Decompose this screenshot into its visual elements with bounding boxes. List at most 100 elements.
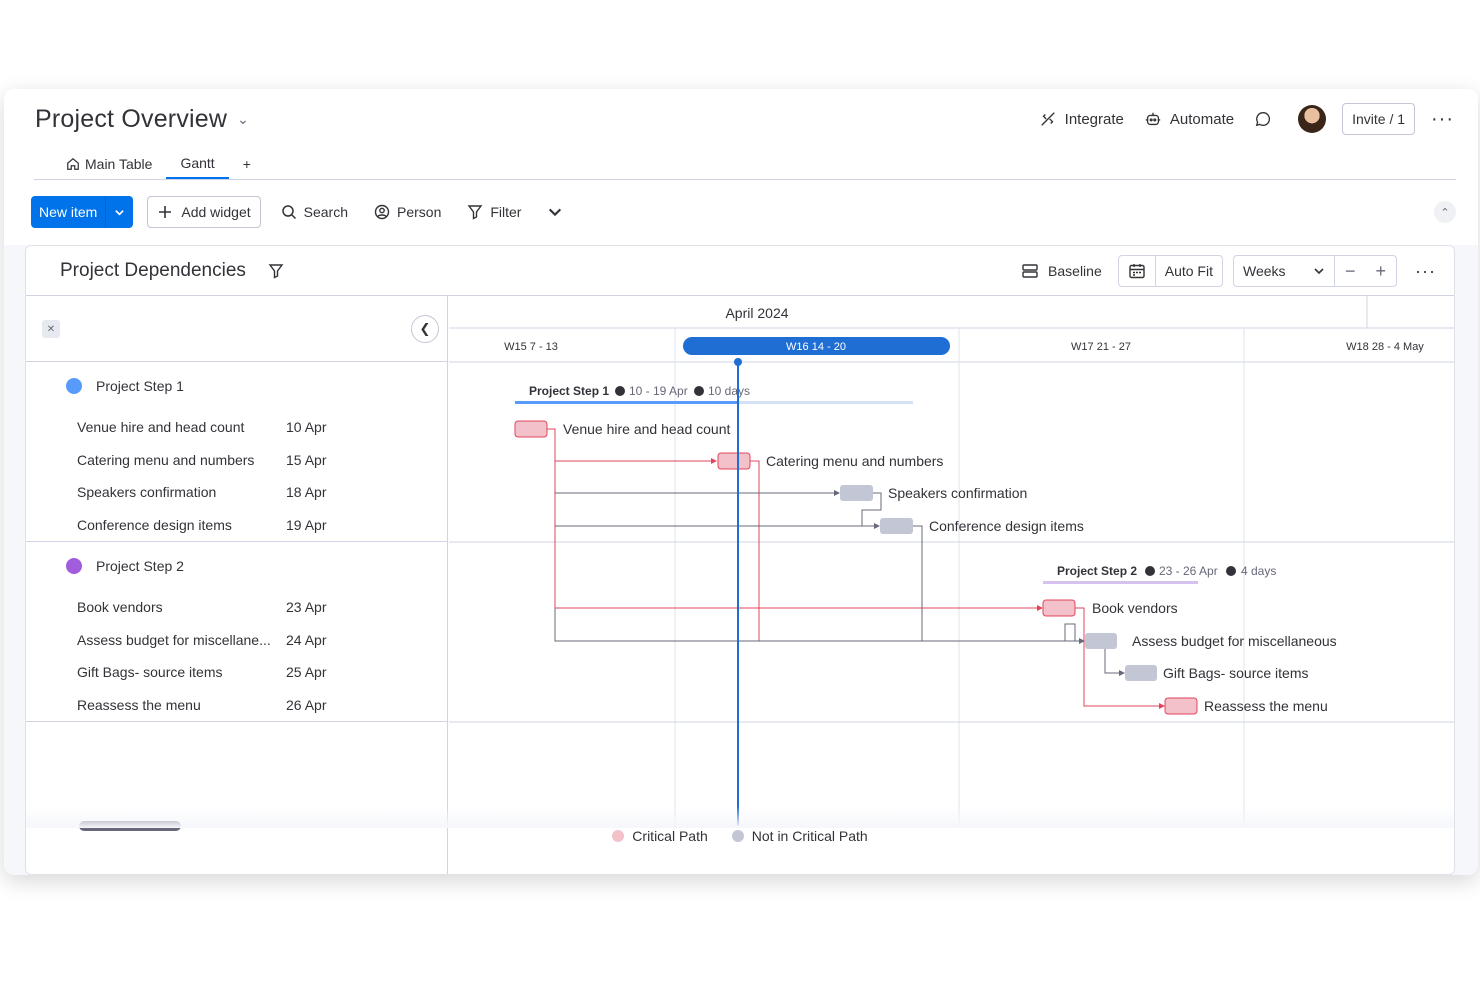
task-bar-critical[interactable] (1042, 599, 1076, 617)
board-toolbar: New item Add widget Search Person Filter (31, 196, 569, 228)
list-item[interactable]: Speakers confirmation 18 Apr (77, 476, 447, 508)
summary-duration: 4 days (1241, 564, 1276, 578)
app-window: Project Overview ⌄ Integrate Automate In… (4, 89, 1478, 875)
item-date: 18 Apr (286, 484, 327, 500)
updates-button[interactable] (1244, 104, 1282, 134)
new-item-dropdown[interactable] (105, 196, 133, 228)
summary-range: 23 - 26 Apr (1159, 564, 1218, 578)
zoom-in-icon[interactable]: + (1366, 261, 1397, 282)
more-options-icon[interactable]: ··· (1431, 108, 1454, 131)
arrowhead (1119, 670, 1125, 676)
separator-dot (1226, 566, 1236, 576)
zoom-controls: − + (1335, 255, 1396, 287)
integrate-button[interactable]: Integrate (1029, 104, 1134, 134)
tabs-divider (34, 179, 1456, 180)
group-header[interactable]: Project Step 2 (66, 558, 184, 574)
item-name: Assess budget for miscellane... (77, 632, 271, 648)
new-item-label[interactable]: New item (31, 196, 105, 228)
top-actions: Integrate Automate Invite / 1 ··· (1029, 103, 1454, 135)
item-date: 15 Apr (286, 452, 327, 468)
separator-dot (694, 386, 704, 396)
item-name: Reassess the menu (77, 697, 201, 713)
group-header[interactable]: Project Step 1 (66, 378, 184, 394)
chevron-down-icon[interactable]: ⌄ (237, 111, 249, 128)
board-title-row[interactable]: Project Overview ⌄ (35, 105, 249, 134)
task-label: Gift Bags- source items (1163, 665, 1309, 681)
baseline-label: Baseline (1048, 263, 1102, 279)
person-filter-button[interactable]: Person (368, 196, 447, 228)
group-color-dot (66, 558, 82, 574)
list-item[interactable]: Catering menu and numbers 15 Apr (77, 444, 447, 476)
page-title[interactable]: Project Overview (35, 105, 227, 134)
task-label: Book vendors (1092, 600, 1178, 616)
filter-icon[interactable] (268, 263, 284, 279)
collapse-all-icon[interactable]: ✕ (42, 320, 60, 338)
add-view-label: + (242, 156, 251, 172)
legend-swatch (731, 830, 744, 842)
scale-group: Weeks − + (1232, 255, 1398, 287)
list-item[interactable]: Gift Bags- source items 25 Apr (77, 656, 447, 688)
week-label-current: W16 14 - 20 (786, 341, 846, 353)
auto-fit-button[interactable]: Auto Fit (1156, 256, 1222, 286)
home-icon (67, 157, 79, 170)
chevron-down-icon (549, 208, 562, 217)
group-color-dot (66, 378, 82, 394)
add-view-button[interactable]: + (229, 149, 265, 179)
task-bar[interactable] (1125, 665, 1157, 681)
item-name: Catering menu and numbers (77, 452, 255, 468)
arrowhead (834, 490, 840, 496)
collapse-header-icon[interactable]: ⌃ (1434, 201, 1456, 223)
item-name: Book vendors (77, 599, 163, 615)
new-item-button[interactable]: New item (31, 196, 134, 228)
summary-progress-bar (515, 401, 737, 404)
summary-remaining-bar (737, 401, 913, 404)
task-label: Assess budget for miscellaneous (1132, 633, 1337, 649)
gantt-widget: Project Dependencies Baseline Auto Fit W… (25, 245, 1455, 875)
invite-button[interactable]: Invite / 1 (1342, 103, 1416, 135)
summary-title: Project Step 1 (529, 384, 609, 398)
widget-title[interactable]: Project Dependencies (60, 260, 246, 282)
automate-button[interactable]: Automate (1134, 104, 1244, 134)
list-item[interactable]: Conference design items 19 Apr (77, 509, 447, 541)
summary-bar (1043, 581, 1198, 584)
filter-dropdown[interactable] (541, 196, 569, 228)
list-item[interactable]: Venue hire and head count 10 Apr (77, 411, 447, 443)
item-name: Gift Bags- source items (77, 664, 223, 680)
dependency-link (554, 461, 1039, 609)
integrate-icon (1040, 112, 1055, 126)
item-date: 10 Apr (286, 419, 327, 435)
calendar-button[interactable] (1119, 256, 1155, 286)
person-icon (374, 204, 390, 220)
scale-select[interactable]: Weeks (1234, 256, 1334, 286)
search-button[interactable]: Search (275, 196, 354, 228)
search-label: Search (303, 204, 348, 220)
avatar[interactable] (1298, 105, 1327, 133)
add-widget-button[interactable]: Add widget (147, 196, 261, 228)
plus-icon (159, 206, 172, 218)
summary-range: 10 - 19 Apr (629, 384, 688, 398)
zoom-out-icon[interactable]: − (1335, 261, 1366, 282)
tab-main-table[interactable]: Main Table (52, 149, 166, 179)
task-label: Reassess the menu (1204, 698, 1328, 714)
arrowhead (1159, 703, 1165, 709)
task-bar-critical[interactable] (717, 452, 751, 470)
task-bar[interactable] (840, 485, 873, 501)
widget-tools: Baseline Auto Fit Weeks − + ··· (1015, 255, 1436, 287)
task-bar-critical[interactable] (1164, 697, 1198, 715)
task-bar-critical[interactable] (514, 420, 548, 438)
item-name: Speakers confirmation (77, 484, 217, 500)
scale-value: Weeks (1242, 263, 1286, 279)
collapse-list-button[interactable]: ❮ (411, 315, 439, 343)
list-item[interactable]: Assess budget for miscellane... 24 Apr (77, 624, 447, 656)
list-item[interactable]: Book vendors 23 Apr (77, 591, 447, 623)
filter-icon (467, 205, 483, 220)
baseline-button[interactable]: Baseline (1015, 255, 1108, 287)
add-widget-label: Add widget (181, 204, 251, 220)
widget-more-icon[interactable]: ··· (1415, 261, 1436, 282)
tab-gantt[interactable]: Gantt (166, 149, 229, 179)
task-bar[interactable] (1085, 633, 1117, 649)
list-item[interactable]: Reassess the menu 26 Apr (77, 689, 447, 721)
task-bar[interactable] (880, 518, 913, 534)
item-date: 24 Apr (286, 632, 327, 648)
filter-button[interactable]: Filter (461, 196, 527, 228)
